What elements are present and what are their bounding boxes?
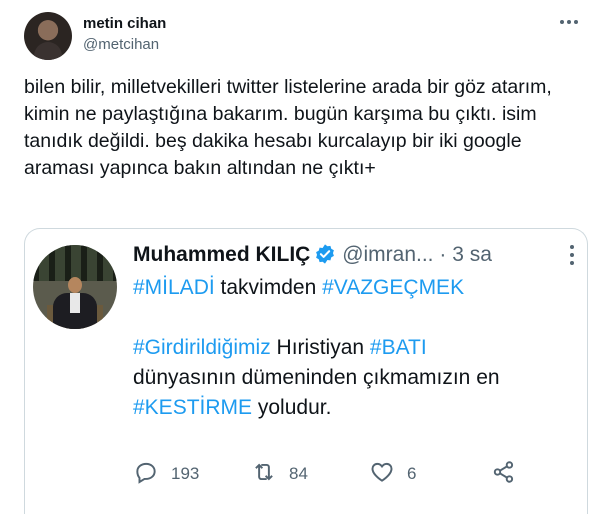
quoted-author-name[interactable]: Muhammed KILIÇ <box>133 243 310 266</box>
reply-icon <box>133 459 159 490</box>
quoted-line-1: #MİLADİ takvimden #VAZGEÇMEK <box>133 273 578 303</box>
author-handle[interactable]: @metcihan <box>83 36 159 53</box>
reply-count: 193 <box>171 464 200 483</box>
quoted-tweet-card[interactable]: Muhammed KILIÇ @imran... · 3 sa #MİLADİ … <box>24 228 588 514</box>
quoted-text: #MİLADİ takvimden #VAZGEÇMEK #Girdirildi… <box>133 273 578 423</box>
hashtag-link[interactable]: #BATI <box>370 336 427 359</box>
quoted-text-segment: takvimden <box>214 276 323 299</box>
quoted-timestamp[interactable]: 3 sa <box>452 243 492 266</box>
quoted-text-segment: yoludur. <box>252 396 332 419</box>
retweet-count: 84 <box>289 464 308 483</box>
quoted-line-2: #Girdirildiğimiz Hıristiyan #BATI <box>133 333 578 363</box>
retweet-button[interactable]: 84 <box>251 459 308 489</box>
heart-icon <box>369 459 395 490</box>
hashtag-link[interactable]: #Girdirildiğimiz <box>133 336 271 359</box>
like-button[interactable]: 6 <box>369 459 416 489</box>
author-avatar[interactable] <box>24 12 72 60</box>
more-vertical-icon[interactable] <box>567 243 577 267</box>
author-name[interactable]: metin cihan <box>83 15 166 32</box>
like-count: 6 <box>407 464 417 483</box>
quoted-line-3: dünyasının dümeninden çıkmamızın en <box>133 366 500 389</box>
share-icon <box>491 459 517 490</box>
quoted-author-handle[interactable]: @imran... <box>342 243 433 266</box>
more-horizontal-icon[interactable] <box>554 12 584 36</box>
quoted-action-bar: 193 84 6 <box>133 459 563 489</box>
quoted-line-4: #KESTİRME yoludur. <box>133 393 578 423</box>
quoted-text-segment: Hıristiyan <box>270 336 370 359</box>
retweet-icon <box>251 459 277 490</box>
hashtag-link[interactable]: #MİLADİ <box>133 276 215 299</box>
share-button[interactable] <box>491 459 517 489</box>
quoted-header: Muhammed KILIÇ @imran... · 3 sa <box>133 241 492 273</box>
hashtag-link[interactable]: #KESTİRME <box>133 396 252 419</box>
tweet-author-header: metin cihan @metcihan <box>24 12 584 60</box>
hashtag-link[interactable]: #VAZGEÇMEK <box>322 276 464 299</box>
tweet-text: bilen bilir, milletvekilleri twitter lis… <box>24 76 558 179</box>
verified-badge-icon <box>314 243 336 273</box>
separator-dot: · <box>439 243 447 266</box>
quoted-author-avatar[interactable] <box>33 245 117 329</box>
reply-button[interactable]: 193 <box>133 459 199 489</box>
